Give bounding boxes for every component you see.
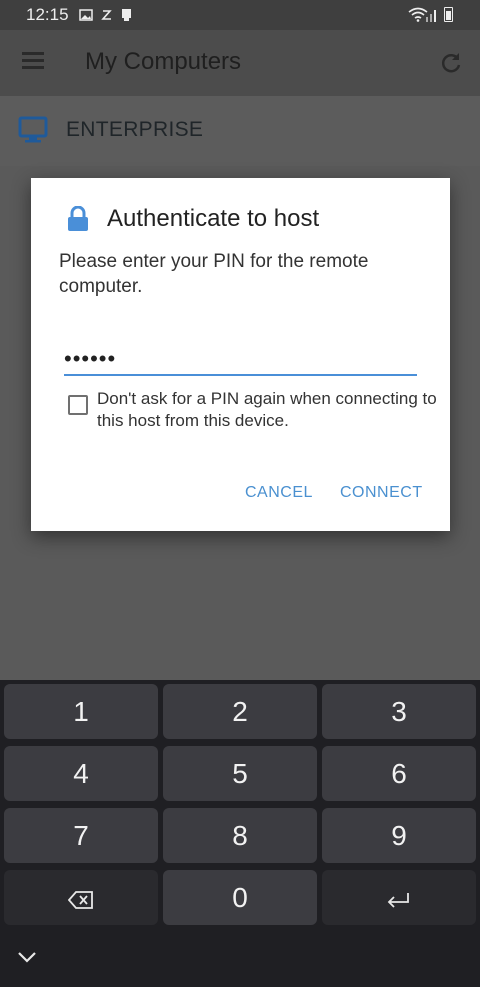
dialog-message: Please enter your PIN for the remote com…	[59, 251, 369, 297]
lock-icon	[68, 206, 88, 231]
status-bar: 12:15	[0, 0, 480, 30]
key-8[interactable]: 8	[163, 808, 317, 863]
key-4[interactable]: 4	[4, 746, 158, 801]
image-icon	[79, 9, 93, 21]
page-title: My Computers	[85, 48, 242, 75]
key-7[interactable]: 7	[4, 808, 158, 863]
signal-icon	[426, 10, 436, 22]
backspace-key[interactable]	[4, 870, 158, 925]
desktop-icon	[18, 116, 48, 143]
cancel-button[interactable]: CANCEL	[245, 484, 313, 502]
battery-icon	[444, 7, 453, 22]
remember-checkbox[interactable]	[68, 395, 88, 415]
connect-button[interactable]: CONNECT	[340, 484, 423, 502]
numeric-keyboard: 1 2 3 4 5 6 7 8 9 0	[0, 680, 480, 987]
authenticate-dialog: Authenticate to host Please enter your P…	[31, 178, 450, 531]
host-list-item[interactable]: ENTERPRISE	[0, 96, 480, 166]
key-2[interactable]: 2	[163, 684, 317, 739]
remember-checkbox-label: Don't ask for a PIN again when connectin…	[97, 389, 437, 430]
enter-key[interactable]	[322, 870, 476, 925]
key-0[interactable]: 0	[163, 870, 317, 925]
menu-icon[interactable]	[22, 52, 44, 70]
chevron-down-icon[interactable]	[16, 950, 38, 964]
notification-icon	[101, 10, 112, 20]
key-1[interactable]: 1	[4, 684, 158, 739]
app-bar: My Computers	[0, 30, 480, 96]
dialog-title: Authenticate to host	[107, 205, 320, 232]
enter-icon	[387, 892, 409, 908]
backspace-icon	[67, 890, 93, 909]
status-time: 12:15	[26, 5, 69, 24]
refresh-icon[interactable]	[438, 50, 464, 76]
app-icon	[122, 9, 131, 21]
key-5[interactable]: 5	[163, 746, 317, 801]
key-9[interactable]: 9	[322, 808, 476, 863]
wifi-icon	[408, 7, 428, 22]
host-name: ENTERPRISE	[66, 118, 204, 141]
key-3[interactable]: 3	[322, 684, 476, 739]
key-6[interactable]: 6	[322, 746, 476, 801]
pin-input[interactable]: ••••••	[64, 338, 417, 376]
